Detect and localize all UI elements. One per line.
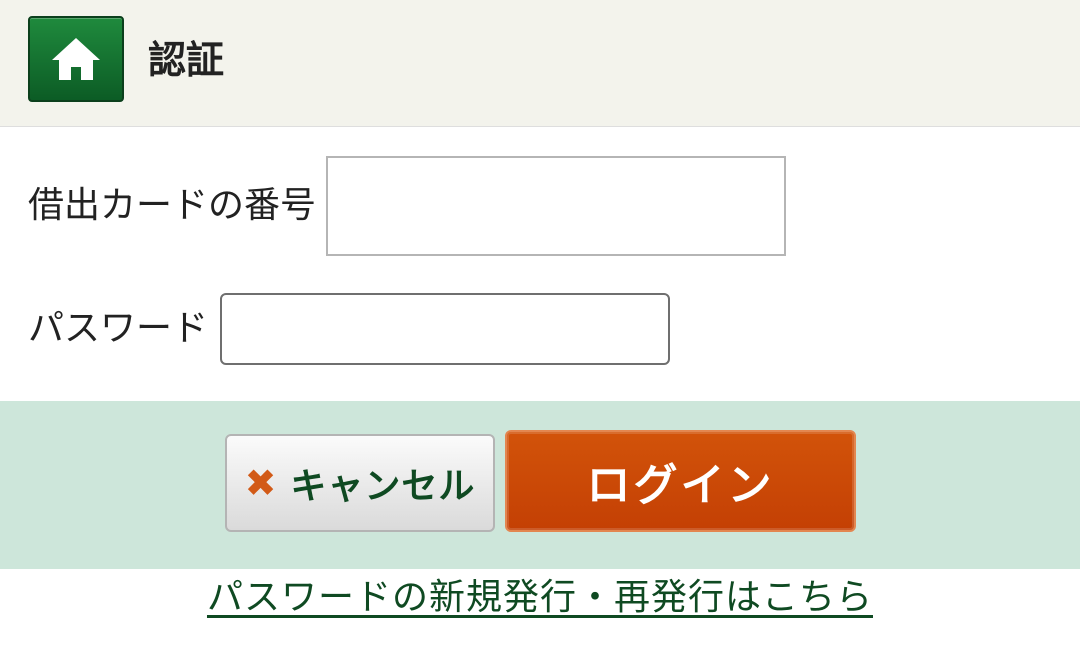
card-number-label: 借出カードの番号 — [28, 185, 317, 226]
page-title: 認証 — [148, 38, 225, 82]
card-number-input[interactable] — [326, 156, 787, 256]
password-row: パスワード — [28, 293, 671, 365]
login-button[interactable]: ログイン — [505, 430, 856, 532]
header-bar: 認証 — [0, 0, 1080, 127]
password-label: パスワード — [28, 308, 209, 349]
cancel-button[interactable]: ✖ キャンセル — [225, 434, 495, 532]
action-band: ✖ キャンセル ログイン — [0, 401, 1080, 569]
card-number-row: 借出カードの番号 — [28, 156, 787, 256]
home-icon — [49, 34, 103, 84]
close-icon: ✖ — [244, 461, 277, 505]
cancel-label: キャンセル — [290, 466, 476, 507]
home-button[interactable] — [28, 16, 124, 102]
password-reissue-link[interactable]: パスワードの新規発行・再発行はこちら — [0, 574, 1080, 622]
login-label: ログイン — [586, 460, 775, 511]
auth-page: 認証 借出カードの番号 パスワード ✖ キャンセル ログイン パスワードの新規発… — [0, 0, 1080, 652]
password-input[interactable] — [220, 293, 671, 365]
